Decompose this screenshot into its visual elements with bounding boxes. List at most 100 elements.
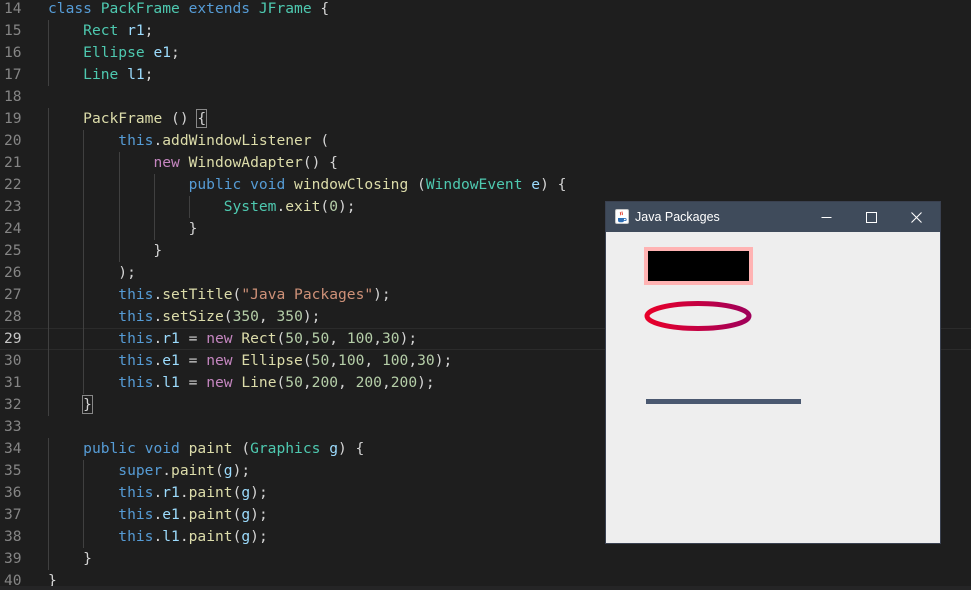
code-token: e [531,176,541,193]
code-token: WindowAdapter [188,154,303,171]
code-line[interactable]: 18 [0,86,971,108]
drawn-ellipse [644,301,752,331]
code-token: ( [302,352,312,369]
code-text: this.r1.paint(g); [48,482,268,504]
code-token: } [48,242,163,259]
code-token: super [118,462,163,479]
code-token: 50 [311,352,330,369]
code-line[interactable]: 15 Rect r1; [0,20,971,42]
code-token: 350 [232,308,259,325]
code-token: ( [214,462,224,479]
code-token: . [179,484,189,501]
code-token: . [276,198,286,215]
code-token: ( [276,330,286,347]
line-number: 28 [4,308,22,325]
code-token: ); [232,462,251,479]
code-token: ); [434,352,453,369]
code-token: ); [250,484,268,501]
code-token: Ellipse [241,352,303,369]
code-token: ) { [337,440,365,457]
code-text: this.l1.paint(g); [48,526,267,548]
code-token: new [206,374,242,391]
line-number: 19 [4,110,22,127]
code-line[interactable]: 16 Ellipse e1; [0,42,971,64]
code-token: , [364,352,382,369]
code-text: } [48,548,92,570]
code-text: class PackFrame extends JFrame { [48,0,329,20]
code-text: this.l1 = new Line(50,200, 200,200); [48,372,434,394]
code-line[interactable]: 20 this.addWindowListener ( [0,130,971,152]
code-line[interactable]: 22 public void windowClosing (WindowEven… [0,174,971,196]
code-token: , [338,374,356,391]
horizontal-scrollbar-track[interactable] [0,586,971,590]
code-token: this [118,352,154,369]
code-token: . [162,462,172,479]
drawing-canvas [644,247,801,404]
line-number: 31 [4,374,22,391]
line-number: 22 [4,176,22,193]
code-token: "Java Packages" [241,286,374,303]
code-token: = [179,352,207,369]
java-cup-icon [615,209,629,224]
code-token: . [153,506,163,523]
code-token: . [153,308,163,325]
line-number: 25 [4,242,22,259]
close-button[interactable] [894,202,938,232]
code-text: this.setSize(350, 350); [48,306,320,328]
code-text: } [48,240,162,262]
code-token: windowClosing [294,176,418,193]
code-line[interactable]: 39 } [0,548,971,570]
code-token: this [118,506,154,523]
code-token: . [153,352,163,369]
code-token: this [118,330,154,347]
code-token: 200 [390,374,418,391]
code-token: setTitle [162,286,233,303]
code-token: ); [302,308,321,325]
minimize-button[interactable] [804,202,848,232]
line-number: 14 [4,0,22,17]
code-token: , [329,330,347,347]
code-token: paint [188,528,233,545]
code-token: . [153,286,163,303]
java-window[interactable]: Java Packages [605,201,941,544]
code-line[interactable]: 14 class PackFrame extends JFrame { [0,0,971,20]
code-token: 100 [381,352,409,369]
minimize-icon [821,216,831,218]
code-token: } [48,220,198,237]
code-token: , [302,374,312,391]
code-token: , [373,330,382,347]
code-text: PackFrame () { [48,108,208,130]
code-token: , [408,352,418,369]
code-text: this.e1.paint(g); [48,504,267,526]
maximize-button[interactable] [849,202,893,232]
code-token: 0 [329,198,338,215]
window-titlebar[interactable]: Java Packages [606,202,940,232]
code-token: ( [320,198,330,215]
code-line[interactable]: 21 new WindowAdapter() { [0,152,971,174]
code-token: l1 [162,528,180,545]
code-token: JFrame [258,0,321,17]
line-number: 18 [4,88,22,105]
code-token: g [223,462,233,479]
code-token: , [381,374,391,391]
code-line[interactable]: 19 PackFrame () { [0,108,971,130]
code-text: Ellipse e1; [48,42,180,64]
drawn-rectangle [644,247,753,285]
line-number: 15 [4,22,22,39]
code-line[interactable]: 17 Line l1; [0,64,971,86]
code-token: ( [223,308,233,325]
line-number: 24 [4,220,22,237]
code-text: this.addWindowListener ( [48,130,329,152]
line-number: 23 [4,198,22,215]
